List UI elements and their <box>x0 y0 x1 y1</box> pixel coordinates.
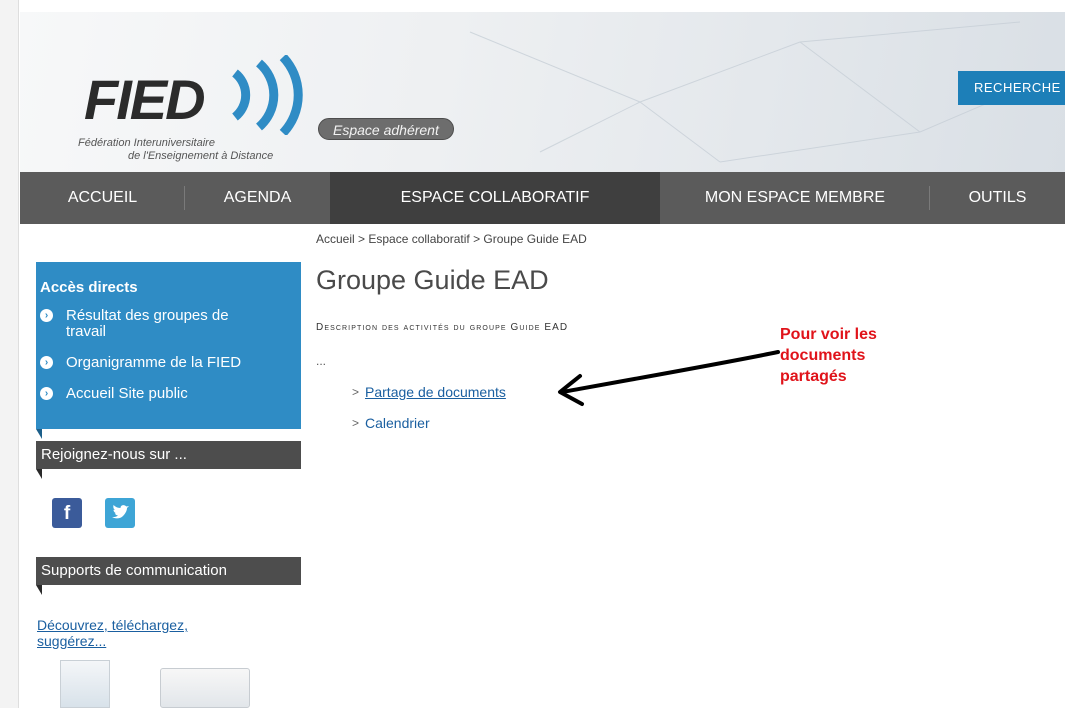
chevron-right-icon: > <box>352 416 360 430</box>
description-heading: Description des activités du groupe Guid… <box>316 322 569 333</box>
annotation-arrow <box>558 350 780 406</box>
link-partage-documents[interactable]: > Partage de documents <box>352 384 506 400</box>
rejoignez-header: Rejoignez-nous sur ... <box>36 441 301 469</box>
page-title: Groupe Guide EAD <box>316 265 549 295</box>
decouvrez-link-line2: suggérez... <box>37 633 107 649</box>
brochure-thumbnail[interactable] <box>60 660 110 708</box>
annotation-line1: Pour voir les <box>780 326 877 343</box>
annotation-line2: documents <box>780 347 866 364</box>
chevron-right-icon: › <box>40 356 53 369</box>
link-label[interactable]: Calendrier <box>365 415 430 431</box>
search-button[interactable]: RECHERCHE <box>958 71 1065 105</box>
logo-subtitle-line2: de l'Enseignement à Distance <box>128 150 274 162</box>
facebook-icon[interactable]: f <box>52 498 82 528</box>
site-header: FIED Fédération Interuniversitaire de l'… <box>20 12 1065 172</box>
nav-agenda[interactable]: AGENDA <box>185 172 330 224</box>
espace-adherent-badge: Espace adhérent <box>318 118 454 140</box>
supports-communication-header: Supports de communication <box>36 557 301 585</box>
fied-logo[interactable]: FIED <box>84 72 206 128</box>
nav-accueil[interactable]: ACCUEIL <box>20 172 185 224</box>
panel-fold-decoration <box>36 585 42 595</box>
panel-fold-decoration <box>36 469 42 479</box>
annotation-line3: partagés <box>780 368 847 385</box>
signal-waves-icon <box>231 55 303 135</box>
twitter-icon[interactable] <box>105 498 135 528</box>
main-nav: ACCUEIL AGENDA ESPACE COLLABORATIF MON E… <box>20 172 1065 224</box>
breadcrumb[interactable]: Accueil > Espace collaboratif > Groupe G… <box>316 232 587 246</box>
sidebar-item-label: Résultat des groupes de travail <box>66 308 229 340</box>
acces-directs-title: Accès directs <box>40 279 138 296</box>
acces-directs-panel: Accès directs › Résultat des groupes de … <box>36 262 301 429</box>
nav-espace-collaboratif[interactable]: ESPACE COLLABORATIF <box>330 172 660 224</box>
sidebar-item-organigramme[interactable]: › Organigramme de la FIED <box>40 355 241 371</box>
decouvrez-link[interactable]: Découvrez, téléchargez, suggérez... <box>37 617 267 649</box>
page-left-edge <box>0 0 19 708</box>
sidebar-item-label-line1: Résultat des groupes de <box>66 307 229 324</box>
description-text: ... <box>316 354 327 368</box>
chevron-right-icon: › <box>40 309 53 322</box>
nav-mon-espace-membre[interactable]: MON ESPACE MEMBRE <box>660 172 930 224</box>
link-calendrier[interactable]: > Calendrier <box>352 415 430 431</box>
logo-subtitle-line1: Fédération Interuniversitaire <box>78 137 215 149</box>
panel-fold-decoration <box>36 429 42 439</box>
sidebar-item-accueil-site-public[interactable]: › Accueil Site public <box>40 386 188 402</box>
twitter-bird-glyph <box>112 505 129 519</box>
chevron-right-icon: › <box>40 387 53 400</box>
nav-outils[interactable]: OUTILS <box>930 172 1065 224</box>
sidebar-item-label: Organigramme de la FIED <box>66 354 242 371</box>
annotation-text: Pour voir les documents partagés <box>780 324 877 387</box>
sidebar-item-label: Accueil Site public <box>66 385 188 402</box>
decouvrez-link-line1: Découvrez, téléchargez, <box>37 617 188 633</box>
sidebar-item-label-line2: travail <box>66 323 107 340</box>
chevron-right-icon: > <box>352 385 360 399</box>
sidebar-item-resultat-groupes[interactable]: › Résultat des groupes de travail <box>40 308 229 340</box>
card-thumbnail[interactable] <box>160 668 250 708</box>
link-label[interactable]: Partage de documents <box>365 384 506 400</box>
